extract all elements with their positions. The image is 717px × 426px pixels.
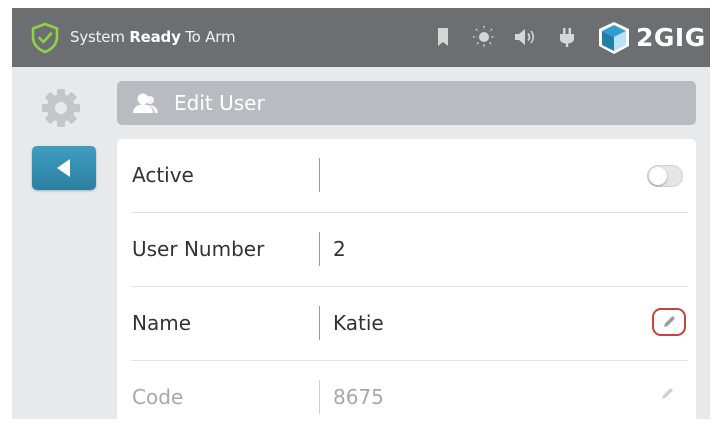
system-status: System Ready To Arm bbox=[70, 28, 236, 46]
gear-icon[interactable] bbox=[41, 88, 81, 128]
status-bar: System Ready To Arm 2GIG bbox=[12, 8, 710, 67]
row-label: Name bbox=[132, 311, 192, 335]
toggle-knob bbox=[649, 167, 667, 185]
code-value: 8675 bbox=[333, 385, 384, 409]
code-row[interactable]: Code 8675 bbox=[117, 361, 696, 419]
status-bold: Ready bbox=[129, 28, 181, 46]
user-icon bbox=[133, 93, 158, 113]
volume-icon[interactable] bbox=[512, 25, 538, 49]
brightness-icon[interactable] bbox=[471, 25, 497, 49]
pencil-icon bbox=[664, 316, 675, 327]
shield-check-icon[interactable] bbox=[30, 22, 60, 54]
page-header: Edit User bbox=[117, 81, 696, 125]
active-toggle[interactable] bbox=[647, 165, 683, 187]
page-title: Edit User bbox=[174, 91, 265, 115]
row-label: Active bbox=[132, 163, 194, 187]
power-plug-icon[interactable] bbox=[557, 25, 577, 49]
row-divider bbox=[319, 158, 320, 192]
name-value: Katie bbox=[333, 311, 384, 335]
user-number-row[interactable]: User Number 2 bbox=[117, 213, 696, 287]
row-label: User Number bbox=[132, 237, 265, 261]
status-suffix: To Arm bbox=[180, 28, 236, 46]
screen: System Ready To Arm 2GIG Edit User Activ… bbox=[12, 8, 710, 419]
name-row[interactable]: Name Katie bbox=[117, 287, 696, 361]
brand-cube-icon bbox=[599, 22, 629, 54]
row-label: Code bbox=[132, 385, 184, 409]
edit-name-button[interactable] bbox=[652, 308, 686, 336]
user-number-value: 2 bbox=[333, 237, 346, 261]
active-row[interactable]: Active bbox=[117, 139, 696, 213]
row-divider bbox=[319, 232, 320, 266]
status-prefix: System bbox=[70, 28, 130, 46]
brand-name: 2GIG bbox=[636, 23, 706, 52]
pencil-icon[interactable] bbox=[661, 387, 674, 400]
back-arrow-icon bbox=[57, 159, 70, 177]
row-divider bbox=[319, 306, 320, 340]
brand-logo: 2GIG bbox=[596, 18, 706, 58]
bookmark-icon[interactable] bbox=[436, 25, 450, 49]
row-divider bbox=[319, 380, 320, 414]
user-form: Active User Number 2 Name Katie Code 867… bbox=[117, 139, 696, 419]
back-button[interactable] bbox=[32, 146, 96, 190]
